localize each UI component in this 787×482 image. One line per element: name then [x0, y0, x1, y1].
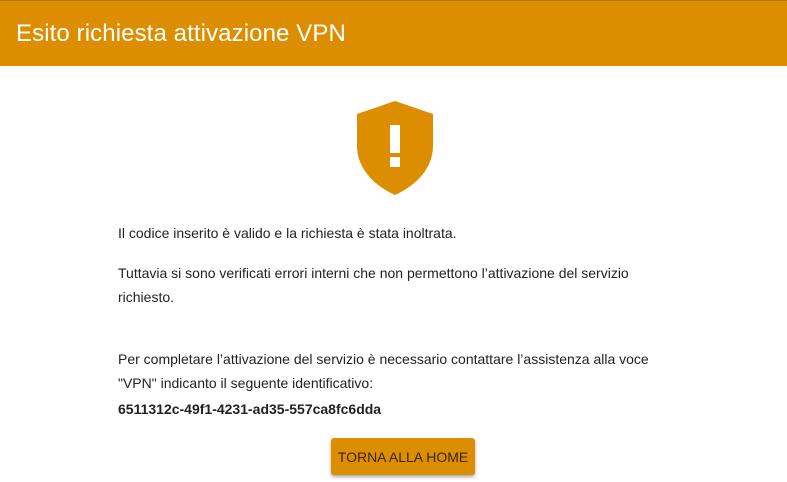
- back-to-home-button[interactable]: TORNA ALLA HOME: [331, 438, 475, 475]
- message-content: Il codice inserito è valido e la richies…: [118, 221, 678, 421]
- message-valid-code: Il codice inserito è valido e la richies…: [118, 225, 457, 241]
- page-title: Esito richiesta attivazione VPN: [16, 19, 346, 47]
- message-internal-error: Tuttavia si sono verificati errori inter…: [118, 265, 629, 305]
- result-dialog: Esito richiesta attivazione VPN Il codic…: [0, 0, 787, 482]
- message-contact-support: Per completare l’attivazione del servizi…: [118, 351, 649, 391]
- dialog-header: Esito richiesta attivazione VPN: [0, 1, 787, 66]
- shield-warning-icon: [357, 101, 433, 195]
- request-identifier: 6511312c-49f1-4231-ad35-557ca8fc6dda: [118, 401, 382, 417]
